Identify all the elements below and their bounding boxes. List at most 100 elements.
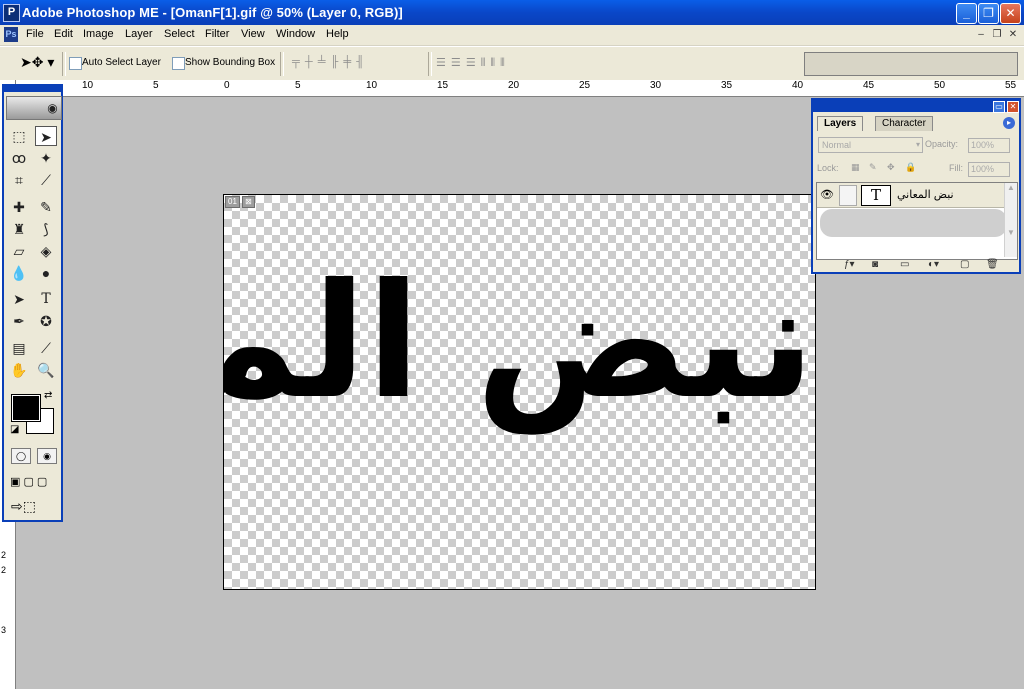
layer-row[interactable]: 👁 T نبض المعاني [817, 183, 1005, 208]
toolbox-titlebar[interactable] [4, 86, 61, 92]
layer-name[interactable]: نبض المعاني [897, 188, 954, 201]
menu-window[interactable]: Window [276, 28, 315, 40]
eraser-tool-icon[interactable]: ▱ [8, 241, 30, 261]
ruler-label: 2 [1, 550, 7, 560]
options-bar: ➤✥ ▾ Auto Select Layer Show Bounding Box… [0, 46, 1024, 81]
layers-list: 👁 T نبض المعاني ▲ ▼ [816, 182, 1018, 260]
move-tool-icon[interactable]: ➤ [35, 126, 57, 146]
ruler-label: 10 [82, 80, 94, 91]
palette-well[interactable] [804, 52, 1018, 76]
minimize-button[interactable]: _ [956, 3, 977, 24]
menu-view[interactable]: View [241, 28, 265, 40]
separator [62, 52, 66, 76]
blend-mode-select[interactable]: Normal ▾ [818, 137, 923, 153]
layers-palette: ▭ ✕ Layers Character ▸ Normal ▾ Opacity:… [811, 98, 1021, 274]
horizontal-ruler: 10 5 0 5 10 15 20 25 30 35 40 45 50 55 [16, 80, 1024, 97]
document-canvas[interactable]: 01 ⊠ نبض المعاني [223, 194, 816, 590]
menu-help[interactable]: Help [326, 28, 349, 40]
layer-link-box[interactable] [839, 185, 857, 206]
lock-all-icon[interactable]: 🔒 [905, 162, 916, 173]
lock-label: Lock: [817, 163, 839, 173]
auto-select-checkbox[interactable] [69, 57, 82, 70]
close-button[interactable]: ✕ [1000, 3, 1021, 24]
fill-field[interactable]: 100% [968, 162, 1010, 177]
notes-tool-icon[interactable]: ▤ [8, 338, 30, 358]
ruler-label: 5 [153, 80, 159, 91]
pen-tool-icon[interactable]: ✒ [8, 311, 30, 331]
ruler-label: 2 [1, 565, 7, 575]
menu-image[interactable]: Image [83, 28, 114, 40]
tab-layers[interactable]: Layers [817, 116, 864, 131]
lock-image-icon[interactable]: ✎ [869, 162, 877, 173]
lock-position-icon[interactable]: ✥ [887, 162, 895, 173]
new-group-icon[interactable]: ▭ [900, 259, 909, 270]
ruler-label: 25 [579, 80, 591, 91]
path-selection-tool-icon[interactable]: ➤ [8, 289, 30, 309]
toolbox-panel: ◉ ⬚ ➤ ꝏ ✦ ⌗ ⟋ ✚ ✎ ♜ ⟆ ▱ ◈ 💧 ● ➤ T ✒ ✪ ▤ … [2, 84, 63, 522]
dodge-tool-icon[interactable]: ● [35, 263, 57, 283]
blur-tool-icon[interactable]: 💧 [8, 263, 30, 283]
palette-footer: ƒ▾ ◙ ▭ ◐▾ ▢ 🗑 [816, 259, 1016, 272]
window-title: Adobe Photoshop ME - [OmanF[1].gif @ 50%… [22, 5, 403, 20]
lock-transparency-icon[interactable]: ▦ [851, 162, 860, 173]
magic-wand-tool-icon[interactable]: ✦ [35, 148, 57, 168]
healing-brush-tool-icon[interactable]: ✚ [8, 197, 30, 217]
palette-menu-icon[interactable]: ▸ [1003, 117, 1015, 129]
type-tool-icon[interactable]: T [35, 289, 57, 309]
marquee-tool-icon[interactable]: ⬚ [8, 126, 30, 146]
layer-style-icon[interactable]: ƒ▾ [844, 259, 855, 270]
menu-filter[interactable]: Filter [205, 28, 229, 40]
separator [428, 52, 432, 76]
distribute-buttons-icon[interactable]: ☰ ☰ ☰ ⫴ ⫴ ⫴ [436, 56, 506, 70]
menu-select[interactable]: Select [164, 28, 195, 40]
history-brush-tool-icon[interactable]: ⟆ [35, 219, 57, 239]
separator [280, 52, 284, 76]
ruler-label: 40 [792, 80, 804, 91]
canvas-text-layer[interactable]: نبض المعاني [224, 227, 815, 457]
menu-edit[interactable]: Edit [54, 28, 73, 40]
palette-minimize-icon[interactable]: ▭ [993, 101, 1005, 113]
jump-to-imageready-icon[interactable]: ⇨⬚ [11, 498, 36, 515]
foreground-color-swatch[interactable] [11, 394, 41, 422]
lasso-tool-icon[interactable]: ꝏ [8, 148, 30, 168]
screen-mode-icon[interactable]: ▣ ▢ ▢ [10, 475, 47, 488]
move-tool-preset-icon[interactable]: ➤✥ ▾ [20, 54, 54, 71]
clone-stamp-tool-icon[interactable]: ♜ [8, 219, 30, 239]
paint-bucket-tool-icon[interactable]: ◈ [35, 241, 57, 261]
add-mask-icon[interactable]: ◙ [872, 259, 878, 270]
opacity-field[interactable]: 100% [968, 138, 1010, 153]
tab-character[interactable]: Character [875, 116, 933, 131]
trash-icon[interactable]: 🗑 [986, 259, 999, 270]
adobe-online-icon[interactable]: ◉ [6, 96, 62, 120]
menu-file[interactable]: File [26, 28, 44, 40]
eye-icon[interactable]: 👁 [820, 188, 834, 201]
hand-tool-icon[interactable]: ✋ [8, 360, 30, 380]
new-layer-icon[interactable]: ▢ [960, 259, 969, 270]
restore-button[interactable]: ❐ [978, 3, 999, 24]
document-icon[interactable]: Ps [4, 27, 18, 42]
adjustment-layer-icon[interactable]: ◐▾ [928, 259, 939, 270]
custom-shape-tool-icon[interactable]: ✪ [35, 311, 57, 331]
eyedropper-tool-icon[interactable]: ⟋ [35, 338, 57, 358]
bounding-box-checkbox[interactable] [172, 57, 185, 70]
menu-layer[interactable]: Layer [125, 28, 153, 40]
layers-scrollbar[interactable]: ▲ ▼ [1004, 183, 1017, 257]
ruler-label: 55 [1005, 80, 1017, 91]
doc-close-icon[interactable]: ✕ [1006, 28, 1020, 42]
doc-restore-icon[interactable]: ❐ [990, 28, 1004, 42]
quick-mask-mode-icon[interactable]: ◉ [37, 448, 57, 464]
default-colors-icon[interactable]: ◪ [10, 424, 19, 435]
doc-minimize-icon[interactable]: – [974, 28, 988, 42]
ruler-label: 20 [508, 80, 520, 91]
palette-close-icon[interactable]: ✕ [1007, 101, 1019, 113]
slice-number-badge: 01 [225, 196, 240, 208]
zoom-tool-icon[interactable]: 🔍 [35, 360, 57, 380]
brush-tool-icon[interactable]: ✎ [35, 197, 57, 217]
slice-tool-icon[interactable]: ⟋ [35, 170, 57, 190]
palette-titlebar[interactable]: ▭ ✕ [813, 100, 1019, 113]
standard-mode-icon[interactable]: ◯ [11, 448, 31, 464]
crop-tool-icon[interactable]: ⌗ [8, 170, 30, 190]
ruler-label: 3 [1, 625, 7, 635]
align-buttons-icon[interactable]: ╤ ┼ ╧ ╟ ╪ ╢ [292, 56, 365, 68]
swap-colors-icon[interactable]: ⇄ [44, 390, 52, 401]
